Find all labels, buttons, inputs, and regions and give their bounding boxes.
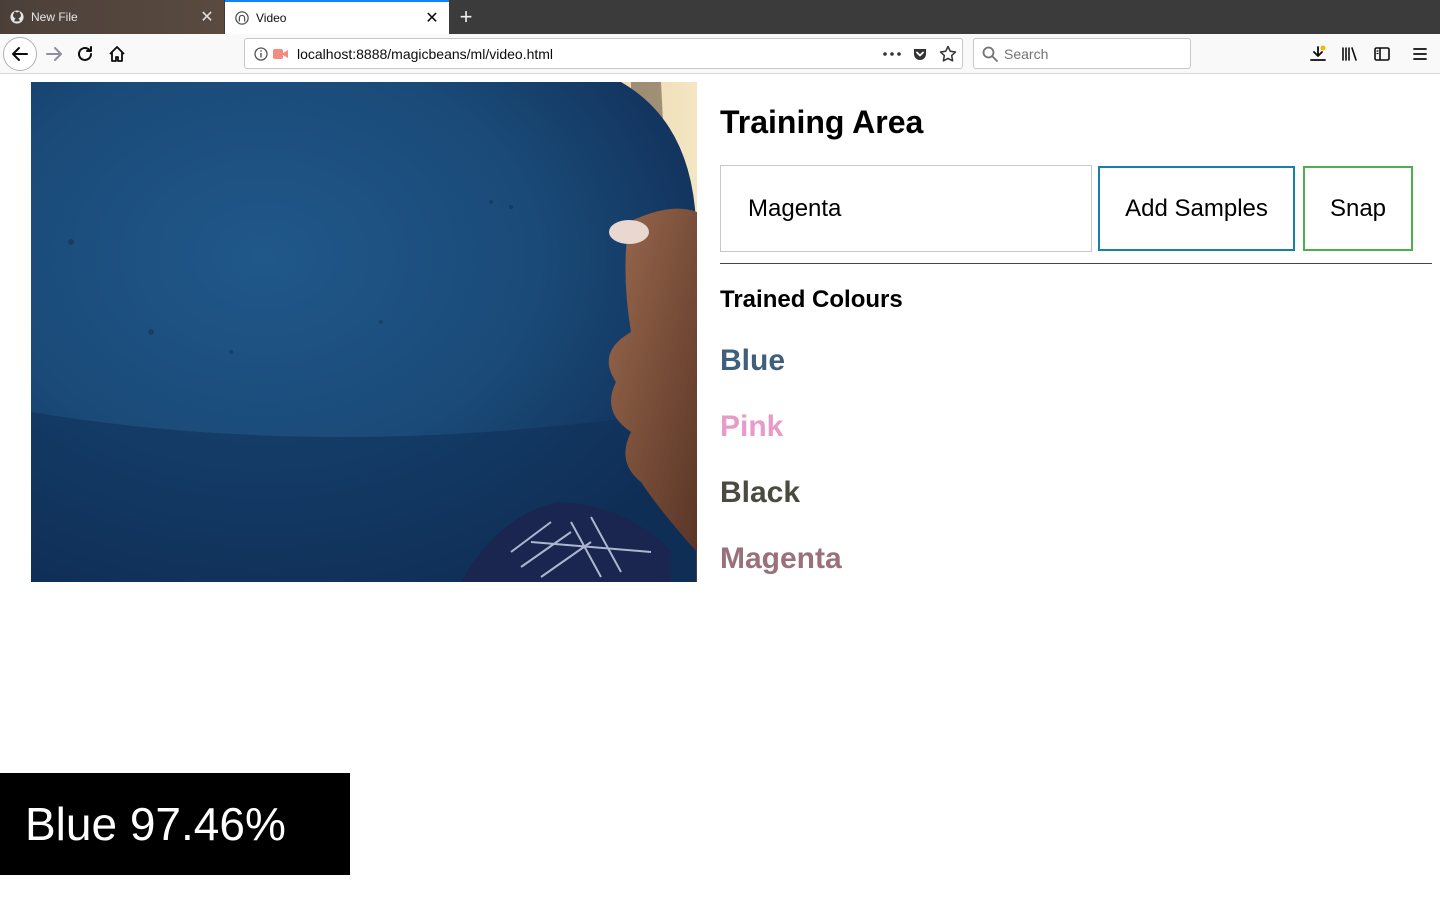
training-controls: Add Samples Snap xyxy=(720,165,1432,252)
home-icon[interactable] xyxy=(101,38,133,70)
library-icon[interactable] xyxy=(1334,38,1366,70)
training-area: Training Area Add Samples Snap Trained C… xyxy=(720,82,1432,575)
search-bar[interactable] xyxy=(973,38,1191,69)
search-input[interactable] xyxy=(1004,45,1174,62)
prediction-result: Blue 97.46% xyxy=(0,773,350,875)
url-text[interactable]: localhost:8888/magicbeans/ml/video.html xyxy=(297,46,878,62)
trained-colour-black: Black xyxy=(720,476,801,509)
trained-colour-pink: Pink xyxy=(720,410,784,443)
tab-video[interactable]: Video ✕ xyxy=(225,0,449,34)
forward-icon[interactable] xyxy=(38,38,70,70)
snap-button[interactable]: Snap xyxy=(1303,166,1413,251)
bookmark-star-icon[interactable] xyxy=(934,40,962,68)
trained-colours-heading: Trained Colours xyxy=(720,286,903,313)
add-samples-button[interactable]: Add Samples xyxy=(1098,166,1295,251)
close-tab-icon[interactable]: ✕ xyxy=(196,6,218,28)
close-tab-icon[interactable]: ✕ xyxy=(421,7,443,29)
globe-icon xyxy=(234,10,250,26)
search-icon xyxy=(982,46,998,62)
pocket-icon[interactable] xyxy=(906,40,934,68)
reload-icon[interactable] xyxy=(69,38,101,70)
back-icon[interactable] xyxy=(3,37,37,71)
tab-strip: New File ✕ Video ✕ + xyxy=(0,0,1440,34)
url-bar[interactable]: localhost:8888/magicbeans/ml/video.html xyxy=(244,38,963,69)
page-actions-icon[interactable] xyxy=(878,40,906,68)
tab-title: New File xyxy=(31,10,78,24)
site-info-icon[interactable] xyxy=(254,46,268,61)
github-icon xyxy=(9,9,25,25)
downloads-icon[interactable] xyxy=(1302,38,1334,70)
webcam-video xyxy=(31,82,697,582)
trained-colour-magenta: Magenta xyxy=(720,542,842,575)
navigation-bar: localhost:8888/magicbeans/ml/video.html xyxy=(0,34,1440,74)
trained-colour-blue: Blue xyxy=(720,344,786,377)
divider xyxy=(720,263,1432,264)
page-title: Training Area xyxy=(720,104,924,140)
camera-sharing-icon[interactable] xyxy=(273,47,288,61)
tab-title: Video xyxy=(256,11,287,25)
colour-label-input[interactable] xyxy=(720,165,1092,252)
sidebar-toggle-icon[interactable] xyxy=(1366,38,1398,70)
menu-icon[interactable] xyxy=(1404,38,1436,70)
tab-new-file[interactable]: New File ✕ xyxy=(0,0,224,34)
new-tab-icon[interactable]: + xyxy=(452,4,480,30)
